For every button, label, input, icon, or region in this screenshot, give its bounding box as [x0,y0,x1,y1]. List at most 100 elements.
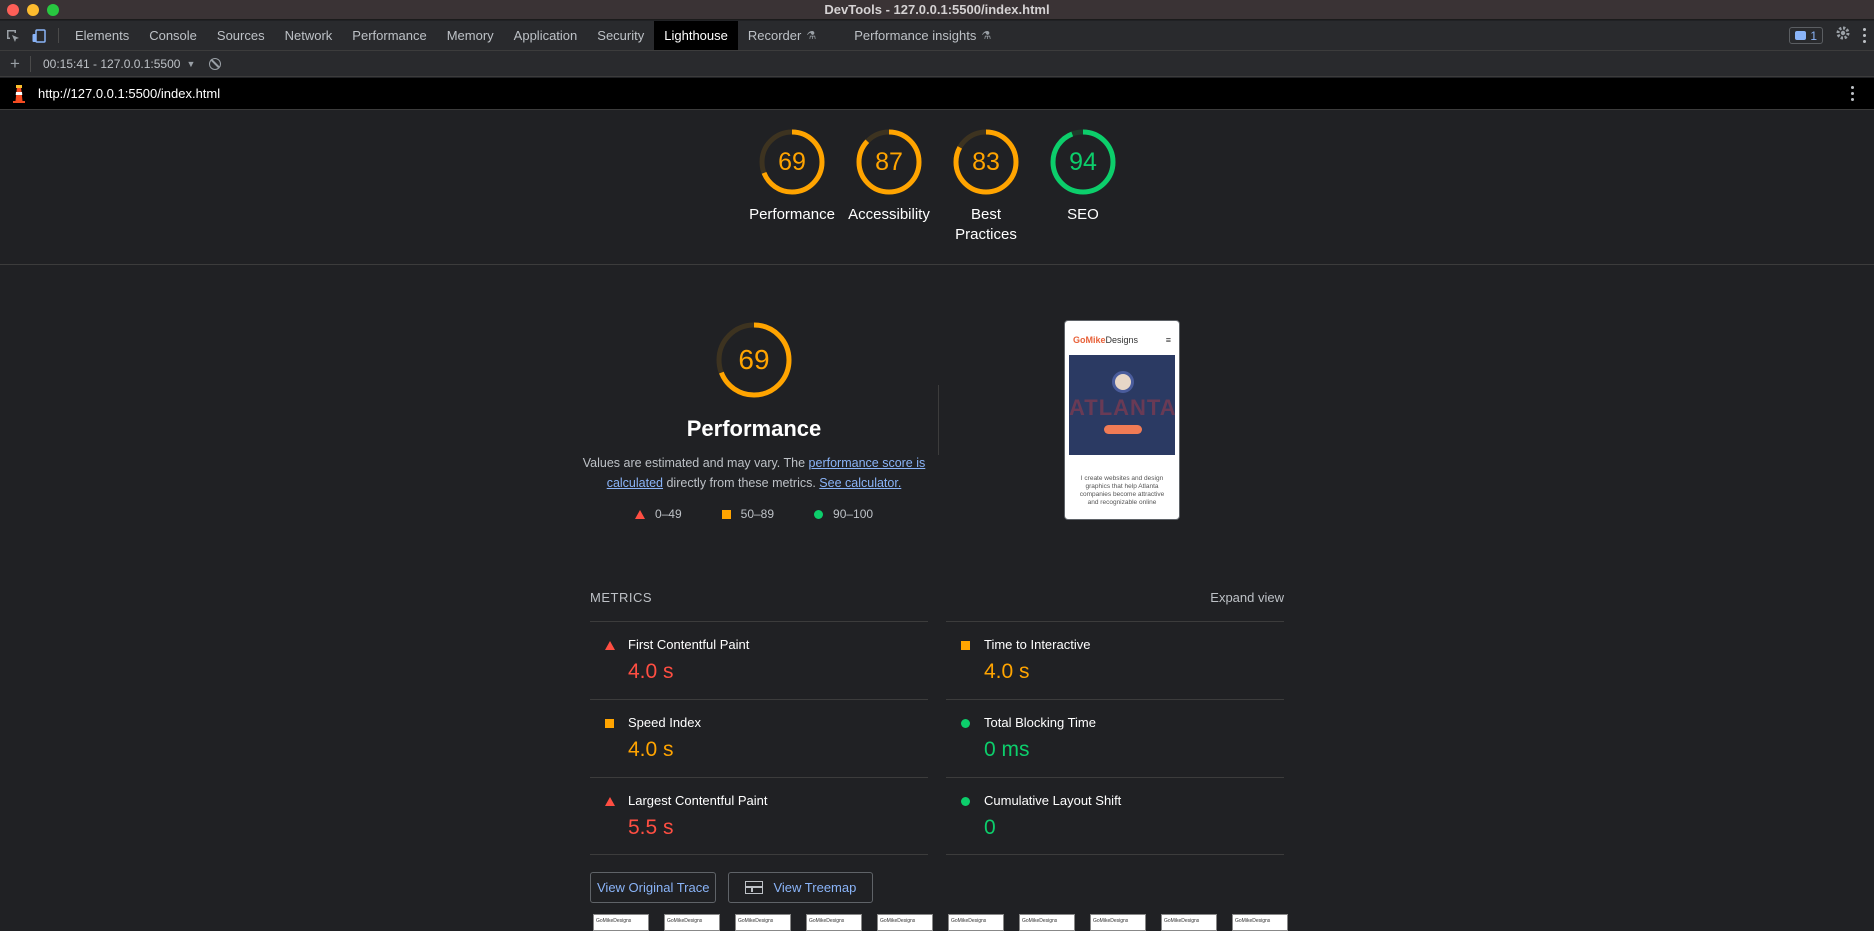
devtools-tabbar: Elements Console Sources Network Performance… [0,21,1874,51]
filmstrip-frame: GoMikeDesigns [664,914,720,931]
more-options-icon[interactable] [1863,28,1866,43]
device-toolbar-icon[interactable] [26,21,52,50]
see-calculator-link[interactable]: See calculator. [819,476,901,490]
tab-memory[interactable]: Memory [437,21,504,50]
tab-sources[interactable]: Sources [207,21,275,50]
final-screenshot[interactable]: GoMikeDesigns ≡ ATLANTA I create website… [1064,320,1180,520]
tab-application[interactable]: Application [504,21,588,50]
view-original-trace-button[interactable]: View Original Trace [590,872,717,903]
legend-label: 0–49 [654,507,682,521]
filmstrip-frame: GoMikeDesigns [1232,914,1288,931]
filmstrip-frame: GoMikeDesigns [593,914,649,931]
metric-value: 4.0 s [628,660,674,683]
desc-text: Values are estimated and may vary. The [582,456,809,470]
tab-lighthouse[interactable]: Lighthouse [654,21,738,50]
new-report-button[interactable]: + [0,54,30,74]
gauge-ring: 87 [855,128,923,196]
tab-elements[interactable]: Elements [65,21,139,50]
clear-reports-icon[interactable] [209,57,222,70]
button-label: View Original Trace [597,880,710,895]
gauge-label: Best Practices [955,206,1017,243]
tab-performance-insights[interactable]: Performance insights ⚗ [844,21,1001,50]
tab-label: Elements [75,28,130,43]
metric-value: 4.0 s [984,660,1030,683]
performance-title: Performance [686,416,822,441]
circle-icon [961,797,970,806]
report-selector-label: 00:15:41 - 127.0.0.1:5500 [43,56,181,71]
legend-label: 90–100 [833,507,874,521]
window-titlebar: DevTools - 127.0.0.1:5500/index.html [0,0,1874,20]
metrics-grid: First Contentful Paint 4.0 s Time to Inter… [590,621,1284,855]
circle-icon [961,719,970,728]
performance-gauge: 69 [714,320,794,400]
metrics-header: METRICS Expand view [590,590,1284,605]
circle-icon [814,509,824,519]
issues-counter-button[interactable]: 1 [1789,27,1823,44]
gauge-score: 83 [972,147,1000,176]
square-icon [961,641,970,650]
filmstrip-frame: GoMikeDesigns [948,914,1004,931]
close-window-button[interactable] [7,4,19,16]
gauge-label: Accessibility [848,206,930,223]
avatar [1112,371,1134,393]
gear-icon[interactable] [1835,25,1851,46]
inspect-element-icon[interactable] [0,21,26,50]
gauge-score: 94 [1069,147,1097,176]
metrics-title: METRICS [590,590,652,605]
tab-console[interactable]: Console [139,21,207,50]
tab-recorder[interactable]: Recorder ⚗ [738,21,826,50]
thumbnail-brand: Designs [1105,335,1139,345]
score-legend: 0–49 50–89 90–100 [582,507,926,521]
tab-network[interactable]: Network [275,21,343,50]
square-icon [721,509,731,519]
tab-label: Application [513,28,578,43]
zoom-window-button[interactable] [47,4,59,16]
metric-name: Largest Contentful Paint [628,793,768,808]
legend-label: 50–89 [740,507,775,521]
view-treemap-button[interactable]: View Treemap [728,872,874,903]
thumbnail-brand: GoMike [1073,335,1106,345]
report-actions: View Original Trace View Treemap [590,872,874,903]
thumbnail-hero: ATLANTA [1069,355,1175,455]
gauge-seo[interactable]: 94 SEO [1035,128,1131,225]
report-selector[interactable]: 00:15:41 - 127.0.0.1:5500 ▼ [43,57,195,71]
metric-name: Speed Index [628,715,702,730]
report-url-bar: http://127.0.0.1:5500/index.html [0,78,1874,110]
expand-view-button[interactable]: Expand view [1210,590,1284,605]
gauge-accessibility[interactable]: 87 Accessibility [841,128,937,225]
metric-name: First Contentful Paint [628,637,750,652]
triangle-icon [605,797,615,806]
filmstrip-frame: GoMikeDesigns [1090,914,1146,931]
square-icon [605,719,614,728]
minimize-window-button[interactable] [27,4,39,16]
experiment-icon: ⚗ [981,30,992,42]
filmstrip-frame: GoMikeDesigns [877,914,933,931]
tab-label: Security [597,28,645,43]
window-controls [7,4,59,16]
filmstrip-frame: GoMikeDesigns [735,914,791,931]
tab-label: Network [284,28,333,43]
legend-average: 50–89 [721,507,775,521]
metric-value: 0 ms [984,738,1030,761]
experiment-icon: ⚗ [806,30,817,42]
performance-summary: 69 Performance Values are estimated and … [582,320,926,521]
divider [30,55,31,72]
filmstrip-frame: GoMikeDesigns [1019,914,1075,931]
tab-performance[interactable]: Performance [342,21,436,50]
gauge-performance[interactable]: 69 Performance [744,128,840,225]
legend-pass: 90–100 [814,507,873,521]
issues-count: 1 [1810,28,1817,43]
tab-security[interactable]: Security [587,21,654,50]
category-gauges: 69 Performance 87 Accessibility 83 Best … [0,110,1874,265]
divider [58,28,59,43]
tab-label: Performance insights [854,28,977,43]
triangle-icon [605,641,615,650]
gauge-ring: 94 [1049,128,1117,196]
lighthouse-toolbar: + 00:15:41 - 127.0.0.1:5500 ▼ [0,51,1874,77]
gauge-score: 87 [875,147,903,176]
report-menu-icon[interactable] [1851,86,1854,101]
hamburger-icon: ≡ [1165,335,1171,345]
metric-total-blocking-time: Total Blocking Time 0 ms [946,699,1284,777]
thumbnail-hero-text: ATLANTA [1069,395,1175,420]
gauge-best-practices[interactable]: 83 Best Practices [938,128,1034,245]
